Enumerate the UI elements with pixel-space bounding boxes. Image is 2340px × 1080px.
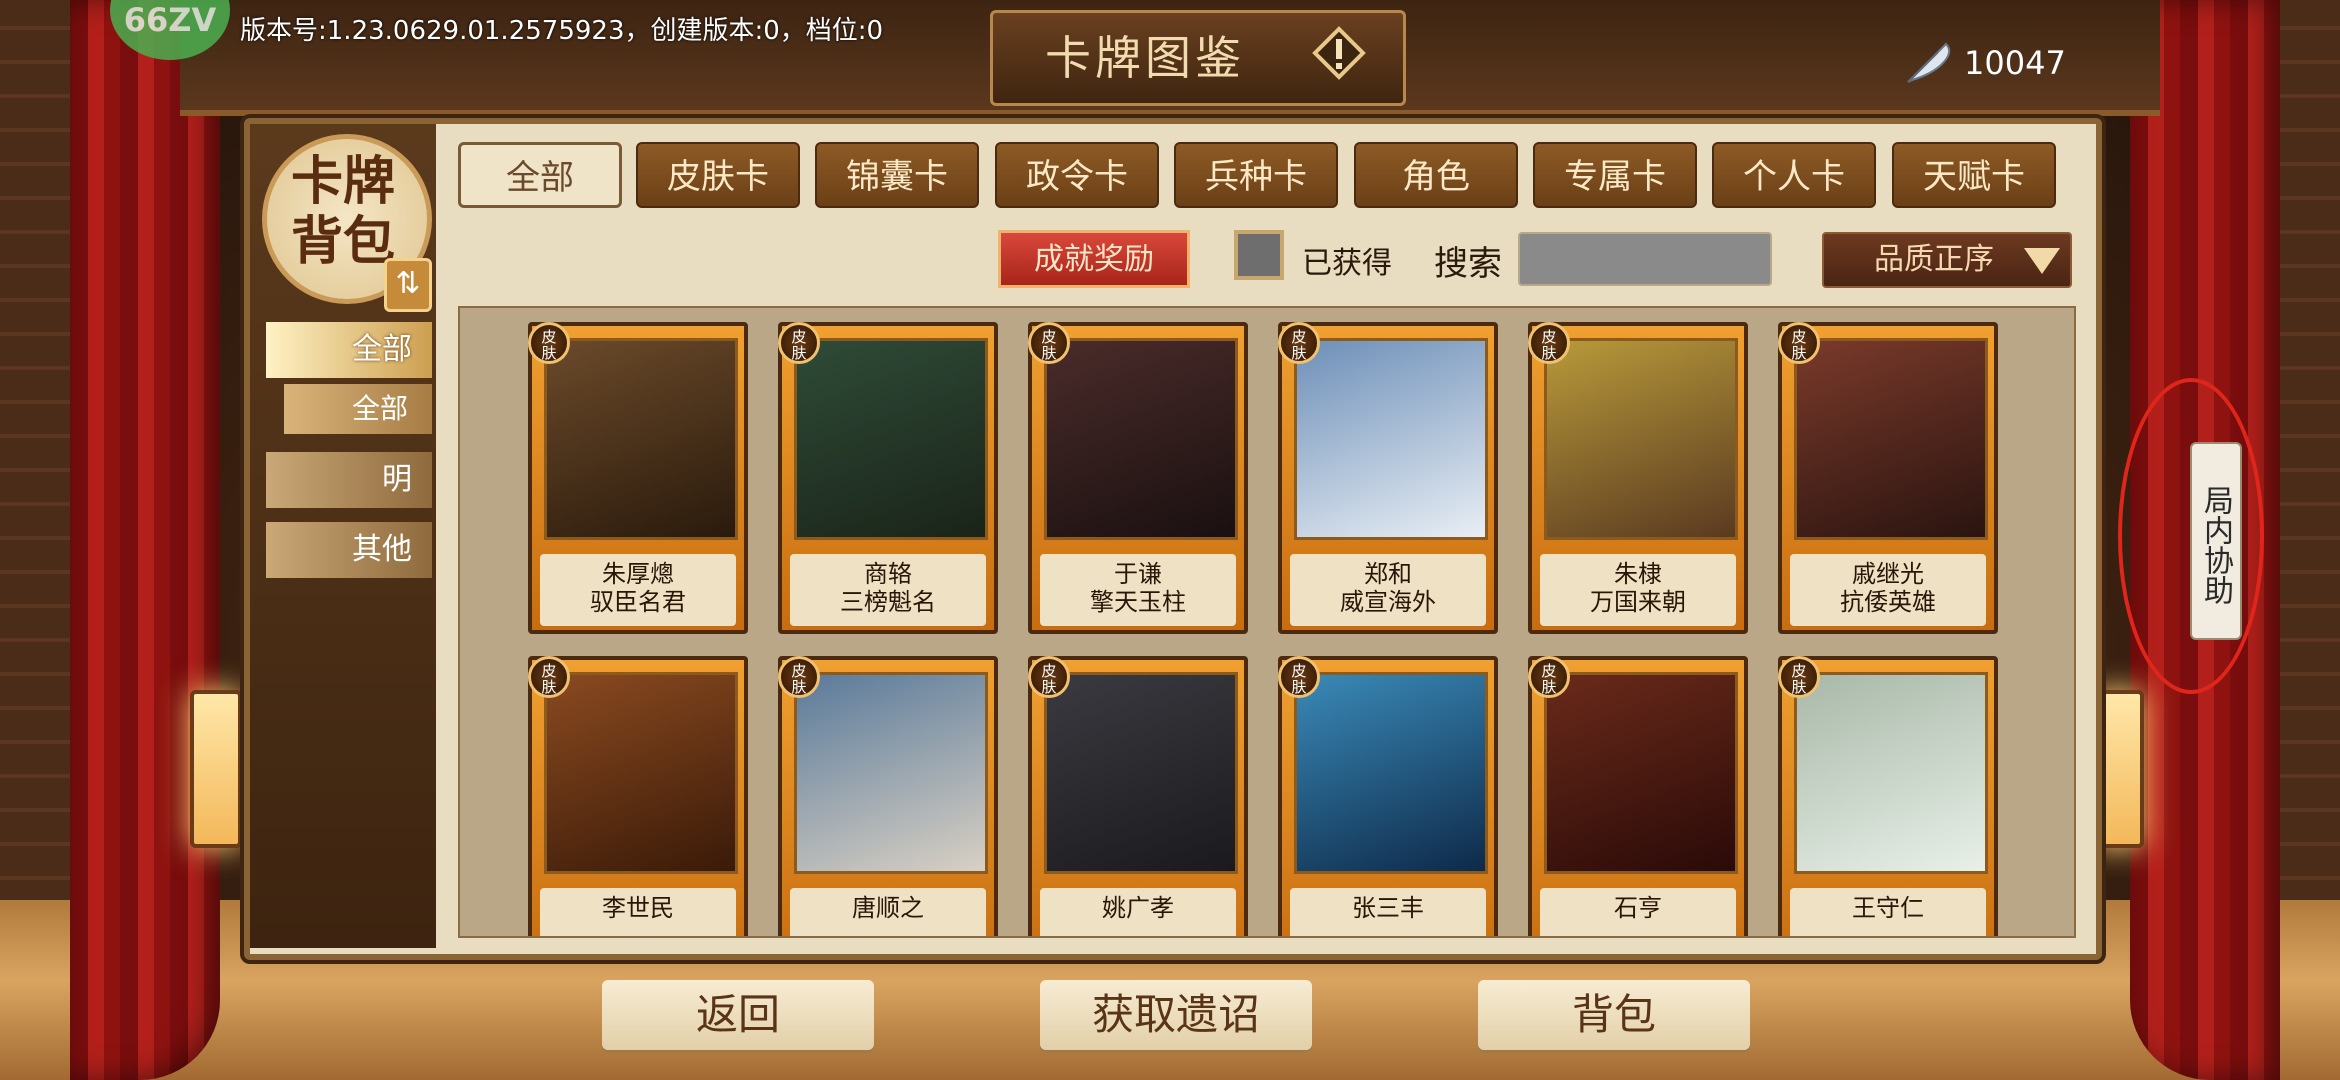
swap-button[interactable]: ⇅ <box>384 258 432 312</box>
card-item[interactable]: 皮肤 唐顺之 <box>778 656 998 936</box>
tab-skin-card[interactable]: 皮肤卡 <box>636 142 800 208</box>
card-item[interactable]: 皮肤 李世民 <box>528 656 748 936</box>
sidebar-subitem-all[interactable]: 全部 <box>284 384 432 434</box>
card-art <box>1294 672 1488 874</box>
card-art <box>544 338 738 540</box>
skin-badge-icon: 皮肤 <box>1278 656 1320 698</box>
skin-badge-icon: 皮肤 <box>1778 656 1820 698</box>
tab-exclusive-card[interactable]: 专属卡 <box>1533 142 1697 208</box>
card-name: 张三丰 <box>1290 888 1486 936</box>
card-name: 朱棣 万国来朝 <box>1540 554 1736 626</box>
feather-currency-icon <box>1907 42 1951 83</box>
left-lantern <box>190 690 242 848</box>
page-title: 卡牌图鉴 <box>1045 31 1245 85</box>
card-name: 姚广孝 <box>1040 888 1236 936</box>
card-item[interactable]: 皮肤 商辂 三榜魁名 <box>778 322 998 634</box>
card-art <box>1044 672 1238 874</box>
in-game-assist-tab[interactable]: 局内协助 <box>2190 442 2242 640</box>
card-name: 郑和 威宣海外 <box>1290 554 1486 626</box>
card-item[interactable]: 皮肤 朱棣 万国来朝 <box>1528 322 1748 634</box>
card-art <box>794 672 988 874</box>
tab-tactic-card[interactable]: 锦囊卡 <box>815 142 979 208</box>
search-input[interactable] <box>1518 232 1772 286</box>
owned-checkbox[interactable] <box>1234 230 1284 280</box>
info-warning-icon[interactable] <box>1312 26 1366 80</box>
card-name: 朱厚熜 驭臣名君 <box>540 554 736 626</box>
skin-badge-icon: 皮肤 <box>528 322 570 364</box>
card-name: 李世民 <box>540 888 736 936</box>
card-item[interactable]: 皮肤 王守仁 <box>1778 656 1998 936</box>
assist-tab-label: 局内协助 <box>2198 485 2233 605</box>
obtain-edict-button[interactable]: 获取遗诏 <box>1040 980 1312 1050</box>
card-art <box>1294 338 1488 540</box>
card-art <box>1794 672 1988 874</box>
tab-all[interactable]: 全部 <box>458 142 622 208</box>
tab-troop-card[interactable]: 兵种卡 <box>1174 142 1338 208</box>
card-name: 于谦 擎天玉柱 <box>1040 554 1236 626</box>
card-item[interactable]: 皮肤 姚广孝 <box>1028 656 1248 936</box>
version-text: 版本号:1.23.0629.01.2575923，创建版本:0，档位:0 <box>240 16 884 46</box>
card-item[interactable]: 皮肤 于谦 擎天玉柱 <box>1028 322 1248 634</box>
card-item[interactable]: 皮肤 朱厚熜 驭臣名君 <box>528 322 748 634</box>
back-button[interactable]: 返回 <box>602 980 874 1050</box>
tab-personal-card[interactable]: 个人卡 <box>1712 142 1876 208</box>
card-name: 王守仁 <box>1790 888 1986 936</box>
card-item[interactable]: 皮肤 郑和 威宣海外 <box>1278 322 1498 634</box>
sidebar-item-ming[interactable]: 明 <box>266 452 432 508</box>
skin-badge-icon: 皮肤 <box>528 656 570 698</box>
currency-amount: 10047 <box>1964 44 2066 82</box>
card-name: 唐顺之 <box>790 888 986 936</box>
search-label: 搜索 <box>1434 244 1502 284</box>
skin-badge-icon: 皮肤 <box>778 322 820 364</box>
skin-badge-icon: 皮肤 <box>778 656 820 698</box>
card-art <box>1544 672 1738 874</box>
card-art <box>794 338 988 540</box>
card-art <box>1044 338 1238 540</box>
skin-badge-icon: 皮肤 <box>1528 656 1570 698</box>
tab-decree-card[interactable]: 政令卡 <box>995 142 1159 208</box>
card-grid: 皮肤 朱厚熜 驭臣名君 皮肤 商辂 三榜魁名 皮肤 于谦 擎天玉柱 皮肤 郑和 威宣海外… <box>458 306 2076 938</box>
sidebar-item-other[interactable]: 其他 <box>266 522 432 578</box>
card-bag-seal-text: 卡牌背包 <box>290 151 395 272</box>
skin-badge-icon: 皮肤 <box>1528 322 1570 364</box>
card-name: 戚继光 抗倭英雄 <box>1790 554 1986 626</box>
skin-badge-icon: 皮肤 <box>1028 322 1070 364</box>
tab-character[interactable]: 角色 <box>1354 142 1518 208</box>
achievement-reward-button[interactable]: 成就奖励 <box>998 230 1190 288</box>
sidebar-item-all[interactable]: 全部 <box>266 322 432 378</box>
card-item[interactable]: 皮肤 戚继光 抗倭英雄 <box>1778 322 1998 634</box>
bag-button[interactable]: 背包 <box>1478 980 1750 1050</box>
card-name: 商辂 三榜魁名 <box>790 554 986 626</box>
card-name: 石亨 <box>1540 888 1736 936</box>
card-item[interactable]: 皮肤 石亨 <box>1528 656 1748 936</box>
card-item[interactable]: 皮肤 张三丰 <box>1278 656 1498 936</box>
card-art <box>1794 338 1988 540</box>
card-art <box>544 672 738 874</box>
skin-badge-icon: 皮肤 <box>1028 656 1070 698</box>
owned-label: 已获得 <box>1302 246 1392 281</box>
skin-badge-icon: 皮肤 <box>1278 322 1320 364</box>
skin-badge-icon: 皮肤 <box>1778 322 1820 364</box>
tab-talent-card[interactable]: 天赋卡 <box>1892 142 2056 208</box>
card-art <box>1544 338 1738 540</box>
dropdown-arrow-icon[interactable] <box>2024 248 2060 274</box>
left-curtain <box>70 0 220 1080</box>
